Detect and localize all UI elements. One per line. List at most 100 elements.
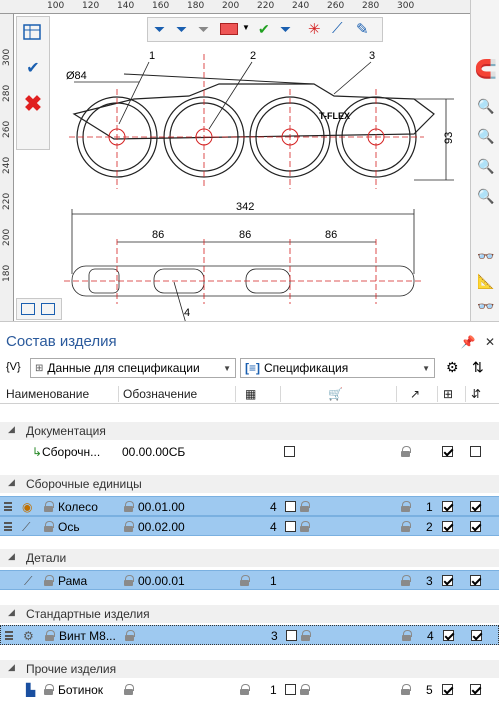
glasses-icon[interactable]: 👓 <box>474 245 498 267</box>
table-row[interactable]: ⟋ Рама 00.00.01 1 3 <box>0 570 499 590</box>
settings-icon[interactable]: ⚙ <box>446 359 459 376</box>
glasses-icon[interactable]: 👓 <box>474 295 498 317</box>
filter-icon[interactable]: ⏷ <box>154 21 165 38</box>
zoom-out-icon[interactable]: 🔍 <box>474 185 498 207</box>
drag-handle-icon[interactable] <box>5 631 13 640</box>
group-other-items[interactable]: ◢ Прочие изделия <box>0 660 499 678</box>
document-select[interactable]: [≡] Спецификация ▼ <box>240 358 435 378</box>
snap-point-icon[interactable]: ✳ <box>308 20 321 38</box>
dim-height: 93 <box>443 132 455 144</box>
ruler-tick: 200 <box>2 228 12 246</box>
table-select-icon[interactable] <box>20 20 46 46</box>
filter-clear-icon[interactable]: ⏷ <box>280 21 291 38</box>
row-checkbox[interactable] <box>442 575 453 586</box>
check-list-icon[interactable]: ✔ <box>20 55 46 81</box>
source-select[interactable]: ⊞ Данные для спецификации ▼ <box>30 358 236 378</box>
row-checkbox[interactable] <box>470 446 481 457</box>
row-checkbox[interactable] <box>285 684 296 695</box>
variables-button[interactable]: {V} <box>6 361 21 373</box>
drag-handle-icon[interactable] <box>4 502 12 511</box>
group-assemblies[interactable]: ◢ Сборочные единицы <box>0 475 499 493</box>
cross-icon[interactable]: ✖ <box>20 91 46 117</box>
left-toolbar: ✔ ✖ <box>16 16 50 150</box>
view-split-icon[interactable] <box>21 303 35 315</box>
collapse-icon[interactable]: ◢ <box>8 662 15 673</box>
row-checkbox[interactable] <box>471 630 482 641</box>
ruler-tick: 300 <box>397 1 415 11</box>
table-row[interactable]: ◉ Колесо 00.01.00 4 1 <box>0 496 499 516</box>
measure-icon[interactable]: 📐 <box>474 270 498 292</box>
group-standard-items[interactable]: ◢ Стандартные изделия <box>0 605 499 623</box>
ruler-tick: 240 <box>292 1 310 11</box>
zoom-window-icon[interactable]: 🔍 <box>474 125 498 147</box>
source-select-value: Данные для спецификации <box>47 361 200 375</box>
ruler-tick: 160 <box>152 1 170 11</box>
color-select-icon[interactable] <box>220 23 238 35</box>
row-checkbox[interactable] <box>286 630 297 641</box>
check-filter-icon[interactable]: ✔ <box>258 21 270 38</box>
lock-icon <box>240 684 250 695</box>
zoom-icon[interactable]: 🔍 <box>474 95 498 117</box>
row-checkbox[interactable] <box>442 446 453 457</box>
group-title: Стандартные изделия <box>26 607 150 621</box>
magnet-icon[interactable]: 🧲 <box>474 58 498 80</box>
row-checkbox[interactable] <box>443 630 454 641</box>
row-designation: 00.00.00СБ <box>122 445 186 459</box>
table-row[interactable]: ↳ Сборочн... 00.00.00СБ <box>0 442 499 462</box>
collapse-icon[interactable]: ◢ <box>8 551 15 562</box>
row-name: Ботинок <box>58 683 104 697</box>
cart-icon[interactable]: 🛒 <box>328 387 343 401</box>
lock-icon <box>240 575 250 586</box>
row-designation: 00.00.01 <box>138 574 185 588</box>
pin-icon[interactable]: 📌 <box>461 335 476 349</box>
row-checkbox[interactable] <box>470 684 481 695</box>
collapse-icon[interactable]: ◢ <box>8 607 15 618</box>
view-single-icon[interactable] <box>41 303 55 315</box>
include-column-icon[interactable]: ⊞ <box>443 387 453 401</box>
filter-add-icon[interactable]: ⏷ <box>176 21 187 38</box>
export-icon[interactable]: ⇅ <box>472 359 484 376</box>
zoom-in-icon[interactable]: 🔍 <box>474 155 498 177</box>
group-parts[interactable]: ◢ Детали <box>0 549 499 567</box>
table-row[interactable]: ▙ Ботинок 1 5 <box>0 680 499 700</box>
collapse-icon[interactable]: ◢ <box>8 424 15 435</box>
table-header: Наименование Обозначение ▦ 🛒 ↗ ⊞ ⇵ <box>0 384 499 404</box>
row-checkbox[interactable] <box>470 521 481 532</box>
row-checkbox[interactable] <box>442 684 453 695</box>
format-column-icon[interactable]: ▦ <box>245 387 256 401</box>
sort-column-icon[interactable]: ⇵ <box>471 387 481 401</box>
pen-icon[interactable]: ✎ <box>356 20 369 38</box>
table-row[interactable]: ⟋ Ось 00.02.00 4 2 <box>0 516 499 536</box>
chevron-down-icon[interactable]: ▼ <box>242 23 250 32</box>
row-checkbox[interactable] <box>442 521 453 532</box>
product-structure-panel: Состав изделия 📌 ✕ {V} ⊞ Данные для спец… <box>0 329 499 702</box>
ruler-tick: 100 <box>47 1 65 11</box>
row-quantity: 3 <box>271 629 278 643</box>
row-checkbox[interactable] <box>470 501 481 512</box>
column-name[interactable]: Наименование <box>6 387 89 401</box>
row-checkbox[interactable] <box>285 501 296 512</box>
row-designation: 00.01.00 <box>138 500 185 514</box>
ruler-tick: 280 <box>362 1 380 11</box>
collapse-icon[interactable]: ◢ <box>8 477 15 488</box>
row-checkbox[interactable] <box>284 446 295 457</box>
filter-off-icon[interactable]: ⏷ <box>198 21 209 38</box>
row-checkbox[interactable] <box>285 521 296 532</box>
row-checkbox[interactable] <box>470 575 481 586</box>
position-column-icon[interactable]: ↗ <box>410 387 420 401</box>
row-checkbox[interactable] <box>442 501 453 512</box>
table-row[interactable]: ⚙ Винт M8... 3 4 <box>0 625 499 645</box>
spec-icon: [≡] <box>245 361 260 375</box>
drag-handle-icon[interactable] <box>4 522 12 531</box>
row-quantity: 4 <box>270 500 277 514</box>
row-position: 3 <box>426 574 433 588</box>
close-icon[interactable]: ✕ <box>485 335 495 349</box>
wheel-icon: ◉ <box>22 500 33 514</box>
column-designation[interactable]: Обозначение <box>123 387 197 401</box>
line-icon[interactable]: ⟋ <box>332 20 343 37</box>
lock-icon <box>44 575 54 586</box>
ruler-tick: 260 <box>327 1 345 11</box>
callout-2: 2 <box>250 50 256 62</box>
group-documentation[interactable]: ◢ Документация <box>0 422 499 440</box>
drawing-canvas[interactable]: 100 120 140 160 180 200 220 240 260 280 … <box>0 0 499 322</box>
